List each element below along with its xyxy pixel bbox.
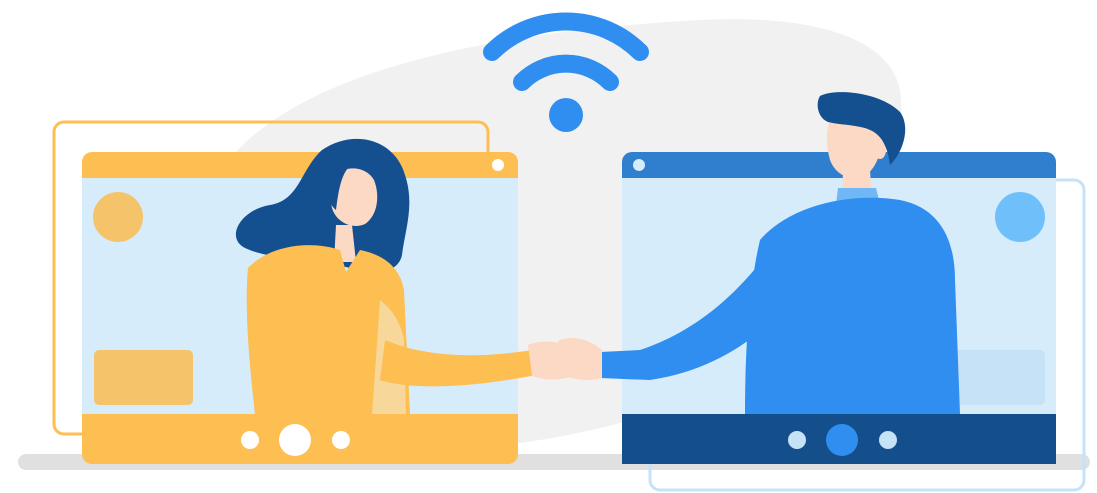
control-main-dot-icon[interactable] <box>279 424 311 456</box>
control-dot-icon[interactable] <box>879 431 897 449</box>
control-dot-icon[interactable] <box>241 431 259 449</box>
video-call-illustration <box>0 0 1097 493</box>
window-dot-icon <box>492 159 504 171</box>
avatar-placeholder-icon <box>995 192 1045 242</box>
avatar-placeholder-icon <box>93 192 143 242</box>
caption-placeholder <box>945 350 1045 405</box>
window-dot-icon <box>633 159 645 171</box>
caption-placeholder <box>94 350 193 405</box>
control-main-dot-icon[interactable] <box>826 424 858 456</box>
control-dot-icon[interactable] <box>788 431 806 449</box>
control-dot-icon[interactable] <box>332 431 350 449</box>
illustration-canvas <box>18 12 1090 492</box>
